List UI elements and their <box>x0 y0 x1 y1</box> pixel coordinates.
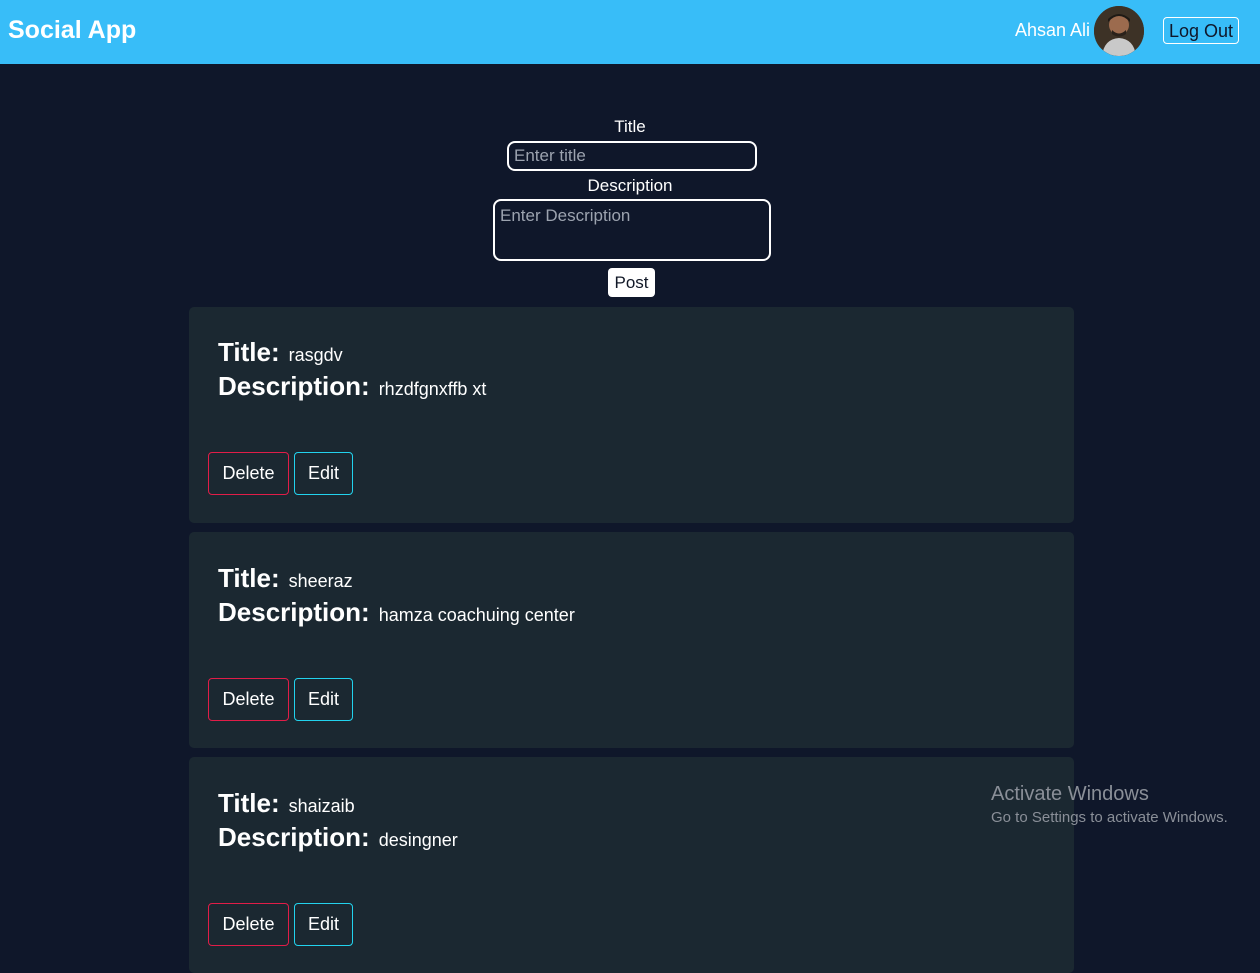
post-button[interactable]: Post <box>608 268 655 297</box>
title-input[interactable] <box>507 141 757 171</box>
edit-button[interactable]: Edit <box>294 452 353 495</box>
post-title: rasgdv <box>288 345 343 365</box>
logout-button[interactable]: Log Out <box>1163 17 1239 44</box>
activate-windows-watermark: Activate Windows Go to Settings to activ… <box>991 783 1228 826</box>
post-card: Title: sheeraz Description: hamza coachu… <box>189 532 1074 748</box>
post-title-key: Title: <box>218 337 280 367</box>
brand-title: Social App <box>8 16 137 44</box>
post-description-key: Description: <box>218 371 370 401</box>
post-title: shaizaib <box>288 796 355 816</box>
post-description: rhzdfgnxffb xt <box>378 379 487 399</box>
post-description-line: Description: desingner <box>218 822 458 853</box>
post-title-key: Title: <box>218 563 280 593</box>
title-label: Title <box>614 117 646 136</box>
delete-button[interactable]: Delete <box>208 678 289 721</box>
post-description-key: Description: <box>218 597 370 627</box>
edit-button[interactable]: Edit <box>294 903 353 946</box>
post-description: hamza coachuing center <box>378 605 575 625</box>
post-description: desingner <box>378 830 458 850</box>
avatar-icon[interactable] <box>1094 6 1144 56</box>
post-title-line: Title: shaizaib <box>218 788 355 819</box>
post-title-line: Title: rasgdv <box>218 337 343 368</box>
post-title-line: Title: sheeraz <box>218 563 353 594</box>
description-input[interactable] <box>493 199 771 261</box>
description-label: Description <box>587 176 673 195</box>
username-label: Ahsan Ali <box>1015 20 1091 40</box>
post-card: Title: rasgdv Description: rhzdfgnxffb x… <box>189 307 1074 523</box>
post-description-key: Description: <box>218 822 370 852</box>
post-description-line: Description: hamza coachuing center <box>218 597 575 628</box>
delete-button[interactable]: Delete <box>208 452 289 495</box>
edit-button[interactable]: Edit <box>294 678 353 721</box>
post-description-line: Description: rhzdfgnxffb xt <box>218 371 486 402</box>
post-title-key: Title: <box>218 788 280 818</box>
post-card: Title: shaizaib Description: desingner D… <box>189 757 1074 973</box>
post-title: sheeraz <box>288 571 353 591</box>
watermark-subtitle: Go to Settings to activate Windows. <box>991 809 1228 826</box>
top-navbar: Social App Ahsan Ali Log Out <box>0 0 1260 64</box>
delete-button[interactable]: Delete <box>208 903 289 946</box>
watermark-title: Activate Windows <box>991 783 1149 805</box>
